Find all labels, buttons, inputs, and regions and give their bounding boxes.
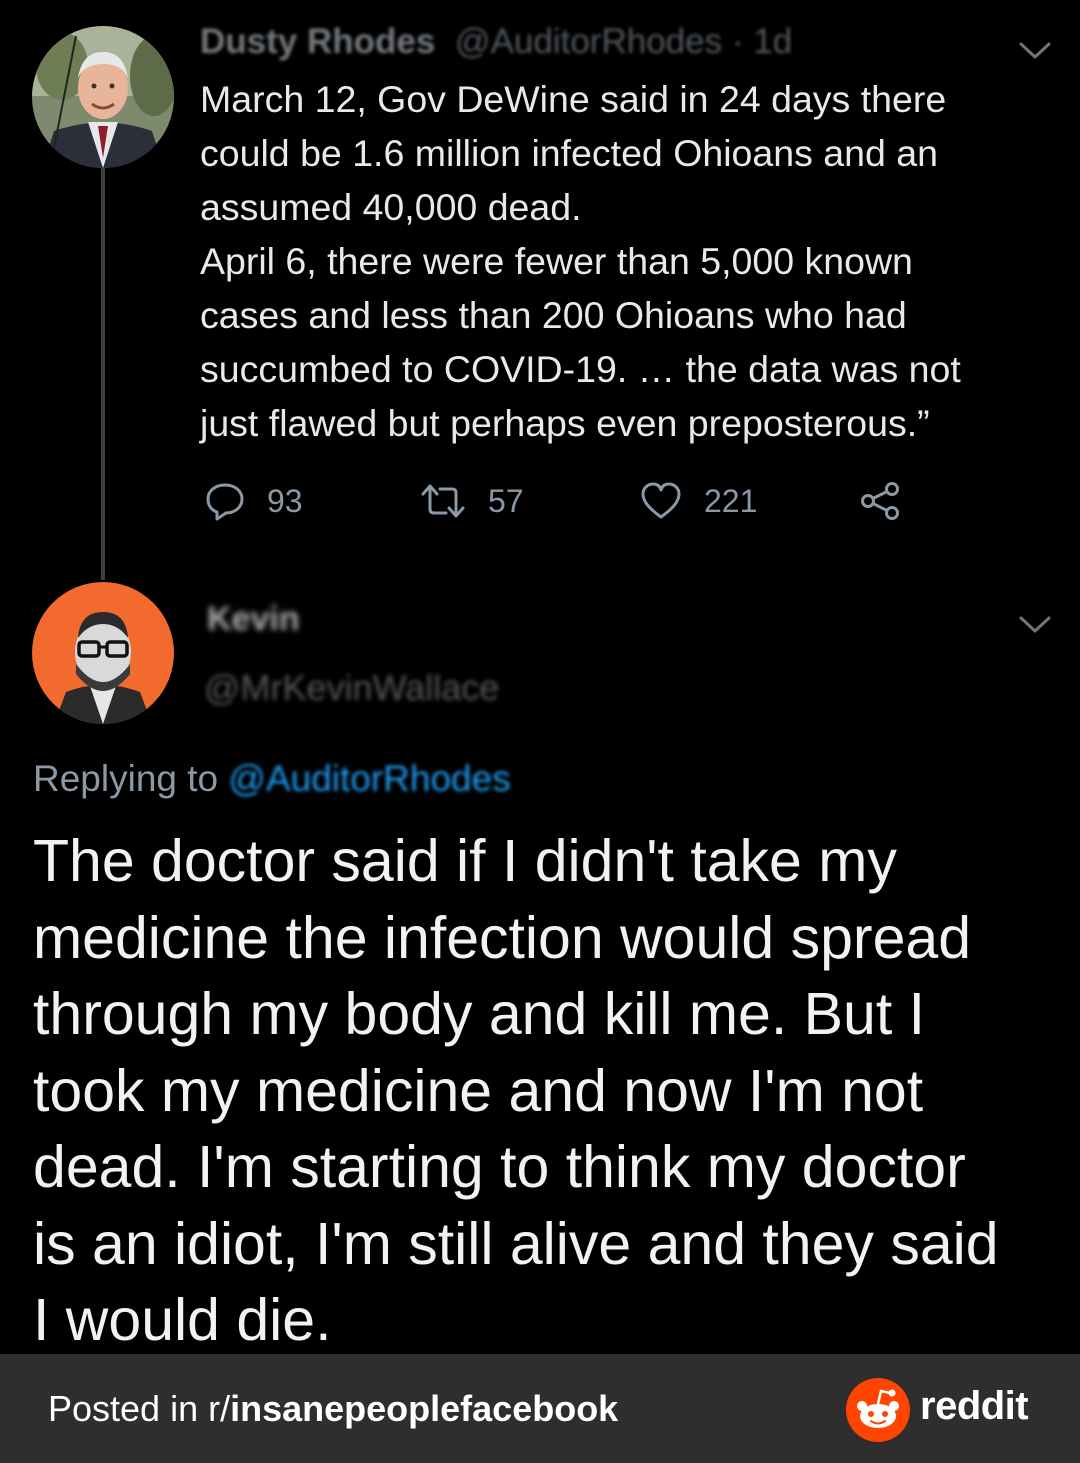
tweet-action-bar: 93 57 221 [200,478,920,524]
reply-author-name[interactable]: Kevin [207,600,300,639]
reply-line: I would die. [33,1287,332,1353]
tweet-line: just flawed but perhaps even preposterou… [200,402,930,444]
author-name[interactable]: Dusty Rhodes [200,22,435,61]
tweet-line: succumbed to COVID-19. … the data was no… [200,348,961,390]
chevron-down-icon[interactable] [1015,604,1055,644]
share-icon [861,482,899,520]
posted-in-prefix: Posted in r/ [48,1388,231,1429]
tweet-header: Dusty Rhodes @AuditorRhodes · 1d [200,22,792,66]
reply-button[interactable]: 93 [205,478,303,524]
retweet-count: 57 [488,482,524,519]
tweet-timestamp: · 1d [731,22,793,61]
tweet-line: could be 1.6 million infected Ohioans an… [200,132,938,174]
retweet-icon [421,484,465,518]
reply-icon [206,483,244,521]
reply-body: The doctor said if I didn't take my medi… [33,823,1063,1359]
reply-count: 93 [267,482,303,519]
reply-line: through my body and kill me. But I [33,981,926,1047]
tweet-body: March 12, Gov DeWine said in 24 days the… [200,72,1050,450]
chevron-down-icon[interactable] [1015,30,1055,70]
avatar-photo-1 [32,26,174,168]
like-icon [641,482,681,519]
reply-line: took my medicine and now I'm not [33,1057,924,1124]
reply-author-handle[interactable]: @MrKevinWallace [204,667,499,709]
reddit-wordmark: reddit [920,1384,1029,1428]
reddit-footer: Posted in r/insanepeoplefacebook reddit [0,1354,1080,1463]
retweet-button[interactable]: 57 [420,478,524,524]
posted-in-text: Posted in r/insanepeoplefacebook [48,1388,618,1430]
tweet-line: cases and less than 200 Ohioans who had [200,294,907,336]
like-count: 221 [704,482,758,519]
share-button[interactable] [858,478,902,524]
replying-to-line: Replying to @AuditorRhodes [33,758,511,800]
tweet-line: March 12, Gov DeWine said in 24 days the… [200,78,947,120]
avatar-kevin[interactable] [32,582,174,724]
tweet-line: April 6, there were fewer than 5,000 kno… [200,240,913,282]
reply-line: dead. I'm starting to think my doctor [33,1134,966,1200]
tweet-line: assumed 40,000 dead. [200,186,582,228]
author-handle[interactable]: @AuditorRhodes [455,22,722,61]
replying-prefix: Replying to [33,758,219,799]
reply-line: medicine the infection would spread [33,904,972,971]
subreddit-link[interactable]: insanepeoplefacebook [230,1388,618,1429]
avatar-dusty-rhodes[interactable] [32,26,174,168]
avatar-photo-2 [32,582,174,724]
thread-connector-line [101,168,105,580]
reply-line: The doctor said if I didn't take my [33,828,897,894]
reddit-logo-icon [846,1378,910,1442]
reply-line: is an idiot, I'm still alive and they sa… [33,1210,999,1277]
like-button[interactable]: 221 [640,478,757,524]
replying-mention-link[interactable]: @AuditorRhodes [228,758,510,799]
